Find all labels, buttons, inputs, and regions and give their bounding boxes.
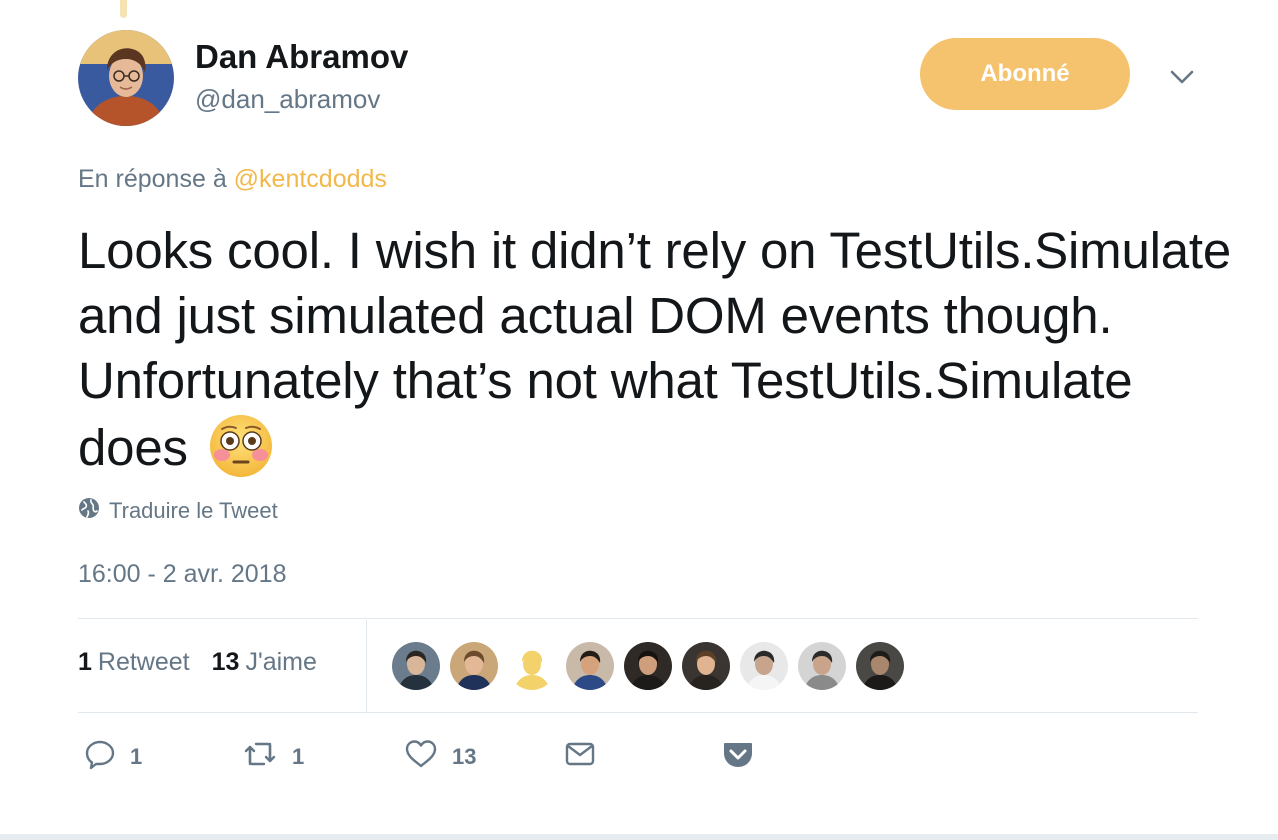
tweet-text: Looks cool. I wish it didn’t rely on Tes… <box>78 218 1238 494</box>
pocket-button[interactable] <box>721 738 755 776</box>
retweet-icon <box>242 738 278 776</box>
retweets-stat[interactable]: 1 Retweet <box>78 648 190 677</box>
reply-mention-link[interactable]: @kentcdodds <box>234 165 387 193</box>
stats-vertical-divider <box>366 620 367 712</box>
retweet-count: 1 <box>292 744 305 769</box>
reply-button[interactable]: 1 <box>84 738 142 776</box>
translate-label: Traduire le Tweet <box>109 498 278 523</box>
like-count: 13 <box>452 744 477 769</box>
retweet-button[interactable]: 1 <box>242 738 304 776</box>
heart-icon <box>404 738 438 776</box>
retweets-stat-count: 1 <box>78 648 92 676</box>
likes-stat-count: 13 <box>211 648 240 676</box>
likes-stat-label: J'aime <box>245 648 317 676</box>
translate-tweet-link[interactable]: Traduire le Tweet <box>78 497 278 525</box>
likers-avatar-list <box>392 642 904 690</box>
following-button[interactable]: Abonné <box>920 38 1130 110</box>
likes-stat[interactable]: 13 J'aime <box>212 648 317 677</box>
liker-avatar[interactable] <box>566 642 614 690</box>
thread-connector-line <box>120 0 127 18</box>
author-name[interactable]: Dan Abramov <box>195 38 408 76</box>
author-avatar[interactable] <box>78 30 174 126</box>
liker-avatar[interactable] <box>798 642 846 690</box>
retweets-stat-label: Retweet <box>97 648 190 676</box>
more-options-chevron-icon[interactable] <box>1168 66 1196 88</box>
reply-context: En réponse à @kentcdodds <box>78 165 387 194</box>
pocket-icon <box>721 738 755 776</box>
liker-avatar[interactable] <box>740 642 788 690</box>
stats-top-divider <box>78 618 1198 619</box>
liker-avatar[interactable] <box>682 642 730 690</box>
reply-icon <box>84 738 116 776</box>
liker-avatar[interactable] <box>392 642 440 690</box>
flushed-face-emoji-icon <box>208 413 274 494</box>
tweet-stats: 1 Retweet 13 J'aime <box>78 648 317 677</box>
liker-avatar[interactable] <box>856 642 904 690</box>
reply-prefix: En réponse à <box>78 165 234 193</box>
globe-icon <box>78 497 100 525</box>
liker-avatar[interactable] <box>450 642 498 690</box>
bottom-border <box>0 834 1278 840</box>
stats-bottom-divider <box>78 712 1198 713</box>
author-handle[interactable]: @dan_abramov <box>195 84 380 115</box>
tweet-timestamp[interactable]: 16:00 - 2 avr. 2018 <box>78 560 286 589</box>
like-button[interactable]: 13 <box>404 738 476 776</box>
reply-count: 1 <box>130 744 143 769</box>
direct-message-button[interactable] <box>564 738 596 776</box>
envelope-icon <box>564 738 596 776</box>
liker-avatar[interactable] <box>508 642 556 690</box>
liker-avatar[interactable] <box>624 642 672 690</box>
